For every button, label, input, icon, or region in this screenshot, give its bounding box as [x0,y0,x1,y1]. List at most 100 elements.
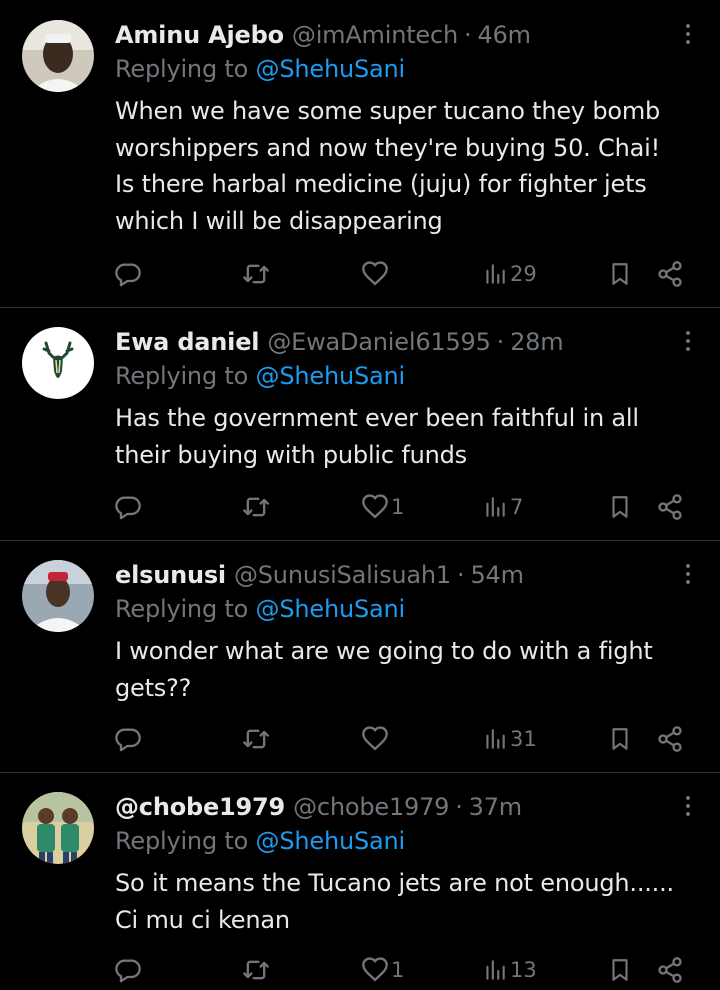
views-button[interactable]: 31 [482,719,537,759]
like-icon [362,494,388,519]
share-button[interactable] [656,719,684,759]
views-icon [486,264,505,284]
reply-text: When we have some super tucano they bomb… [115,93,705,239]
reply-button[interactable] [114,950,142,990]
avatar[interactable] [22,20,94,92]
replying-prefix: Replying to [115,827,249,855]
reply-text-line: So it means the Tucano jets are not enou… [115,869,674,897]
views-button[interactable]: 13 [482,950,537,990]
reply-button[interactable] [114,487,142,527]
share-button[interactable] [656,487,684,527]
timestamp[interactable]: 46m [477,21,531,49]
mention-link[interactable]: @ShehuSani [256,362,406,390]
author-name[interactable]: @chobe1979 [115,793,285,821]
author-handle[interactable]: @EwaDaniel61595 [267,328,491,356]
mention-link[interactable]: @ShehuSani [256,595,406,623]
replying-to: Replying to @ShehuSani [115,55,405,83]
share-icon [658,261,682,287]
bookmark-icon [612,263,628,285]
reply-text-line: worshippers and now they're buying 50. C… [115,133,661,162]
views-button[interactable]: 29 [482,254,537,294]
reply-text-line: their buying with public funds [115,440,467,469]
avatar[interactable] [22,327,94,399]
reply-text-line: Ci mu ci kenan [115,905,290,934]
views-button[interactable]: 7 [482,487,523,527]
reply-text: So it means the Tucano jets are not enou… [115,865,705,938]
timestamp[interactable]: 37m [469,793,523,821]
retweet-button[interactable] [242,254,270,294]
separator: · [496,328,505,356]
reply-text-line: I wonder what are we going to do with a … [115,637,653,665]
replying-to: Replying to @ShehuSani [115,827,405,855]
views-count: 13 [510,958,537,982]
reply-icon [115,959,141,983]
like-icon [362,726,388,751]
views-count: 31 [510,727,537,751]
author-name[interactable]: Ewa daniel [115,328,260,356]
bookmark-button[interactable] [607,254,633,294]
bookmark-icon [612,728,628,750]
views-icon [486,497,505,517]
reply-item[interactable]: Ewa daniel @EwaDaniel61595 · 28m Replyin… [0,307,720,540]
action-bar: 31 [0,719,720,759]
like-button[interactable]: 1 [361,950,404,990]
reply-header: Ewa daniel @EwaDaniel61595 · 28m [115,323,564,361]
views-icon [486,960,505,980]
action-bar: 1 13 [0,950,720,990]
more-icon[interactable] [684,331,692,355]
views-count: 7 [510,495,524,519]
author-name[interactable]: Aminu Ajebo [115,21,284,49]
reply-button[interactable] [114,719,142,759]
share-button[interactable] [656,254,684,294]
author-handle[interactable]: @SunusiSalisuah1 [234,561,451,589]
like-button[interactable] [361,254,391,294]
share-icon [658,726,682,752]
reply-icon [115,496,141,520]
like-icon [362,261,388,286]
author-handle[interactable]: @chobe1979 [293,793,449,821]
reply-item[interactable]: Aminu Ajebo @imAmintech · 46m Replying t… [0,0,720,307]
timestamp[interactable]: 28m [510,328,564,356]
retweet-button[interactable] [242,950,270,990]
replying-prefix: Replying to [115,55,249,83]
avatar[interactable] [22,792,94,864]
action-bar: 1 7 [0,487,720,527]
more-icon[interactable] [684,24,692,48]
timestamp[interactable]: 54m [470,561,524,589]
separator: · [457,561,465,589]
like-button[interactable] [361,719,391,759]
reply-text-line: gets?? [115,673,192,702]
bookmark-button[interactable] [607,719,633,759]
share-icon [658,494,682,520]
replying-to: Replying to @ShehuSani [115,362,405,390]
reply-button[interactable] [114,254,142,294]
like-button[interactable]: 1 [361,487,404,527]
reply-feed: Aminu Ajebo @imAmintech · 46m Replying t… [0,0,720,990]
mention-link[interactable]: @ShehuSani [256,827,406,855]
mention-link[interactable]: @ShehuSani [256,55,406,83]
views-count: 29 [510,262,537,286]
author-name[interactable]: elsunusi [115,561,226,589]
views-icon [486,729,505,749]
replying-to: Replying to @ShehuSani [115,595,405,623]
like-count: 1 [391,495,405,519]
more-icon[interactable] [684,796,692,820]
more-icon[interactable] [684,564,692,588]
author-handle[interactable]: @imAmintech [292,21,458,49]
reply-icon [115,728,141,752]
retweet-button[interactable] [242,719,270,759]
retweet-button[interactable] [242,487,270,527]
reply-item[interactable]: elsunusi @SunusiSalisuah1 · 54m Replying… [0,540,720,772]
avatar[interactable] [22,560,94,632]
separator: · [464,21,472,49]
bookmark-button[interactable] [607,487,633,527]
reply-item[interactable]: @chobe1979 @chobe1979 · 37m Replying to … [0,772,720,990]
bookmark-button[interactable] [607,950,633,990]
share-button[interactable] [656,950,684,990]
bookmark-icon [612,496,628,518]
reply-icon [115,263,141,287]
retweet-icon [243,264,269,284]
reply-text-line: which I will be disappearing [115,206,443,235]
reply-header: @chobe1979 @chobe1979 · 37m [115,788,522,826]
reply-text: Has the government ever been faithful in… [115,400,705,473]
